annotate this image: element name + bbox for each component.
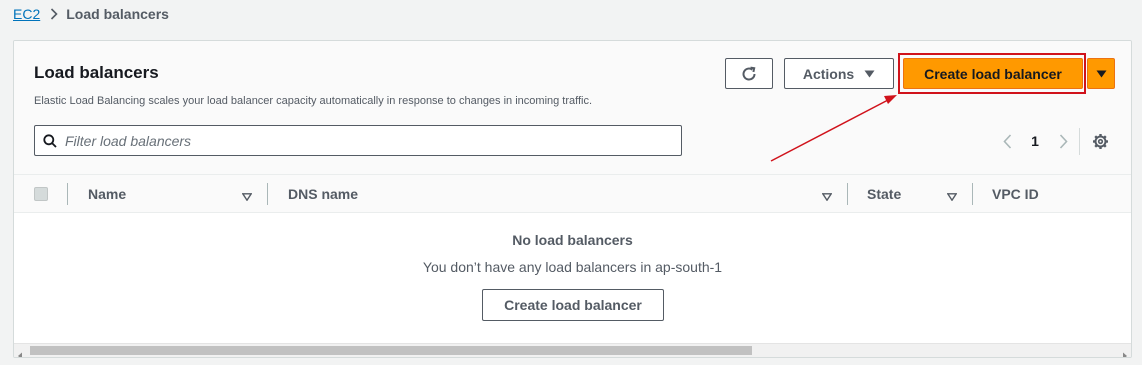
refresh-button[interactable] (725, 58, 773, 89)
chevron-right-icon (1059, 133, 1068, 149)
column-divider[interactable] (267, 183, 268, 205)
previous-page-button[interactable] (997, 133, 1017, 149)
filter-field[interactable] (34, 125, 682, 156)
breadcrumb-current: Load balancers (66, 6, 169, 22)
caret-down-icon (864, 70, 875, 78)
sort-icon[interactable] (946, 188, 958, 204)
column-divider[interactable] (972, 183, 973, 205)
column-header-name[interactable]: Name (88, 186, 126, 202)
select-all-checkbox[interactable] (34, 187, 48, 201)
scrollbar-thumb[interactable] (30, 346, 752, 355)
gear-icon (1092, 133, 1109, 150)
create-load-balancer-label: Create load balancer (924, 65, 1062, 82)
filter-input[interactable] (65, 132, 645, 149)
chevron-left-icon (1002, 133, 1012, 149)
page-number[interactable]: 1 (1017, 133, 1053, 149)
chevron-right-icon (50, 8, 58, 20)
column-divider[interactable] (847, 183, 848, 205)
page-description: Elastic Load Balancing scales your load … (34, 95, 593, 107)
next-page-button[interactable] (1053, 133, 1073, 149)
breadcrumb-ec2-link[interactable]: EC2 (13, 6, 40, 22)
load-balancers-panel: Load balancers Elastic Load Balancing sc… (13, 40, 1132, 358)
empty-create-label: Create load balancer (504, 297, 642, 313)
create-dropdown-button[interactable] (1087, 58, 1115, 89)
empty-state-message: You don’t have any load balancers in ap-… (422, 259, 723, 275)
scroll-right-icon[interactable] (1122, 347, 1128, 357)
actions-label: Actions (802, 65, 855, 82)
column-header-dns-name[interactable]: DNS name (288, 186, 358, 202)
table-settings-button[interactable] (1092, 133, 1109, 150)
pager-divider (1079, 128, 1080, 155)
column-header-vpc-id[interactable]: VPC ID (992, 186, 1039, 202)
sort-icon[interactable] (241, 188, 253, 204)
actions-dropdown[interactable]: Actions (784, 58, 894, 89)
empty-state-title: No load balancers (512, 232, 633, 248)
column-divider (67, 183, 68, 205)
create-load-balancer-button[interactable]: Create load balancer (903, 58, 1083, 89)
search-icon (43, 133, 57, 148)
page-title: Load balancers (34, 63, 159, 82)
pagination: 1 (997, 133, 1073, 149)
sort-icon[interactable] (821, 188, 833, 204)
horizontal-scrollbar[interactable] (14, 343, 1131, 357)
breadcrumb: EC2 Load balancers (13, 6, 169, 22)
caret-down-icon (1096, 70, 1107, 78)
table-header: Name DNS name State VPC ID (14, 174, 1131, 213)
empty-create-load-balancer-button[interactable]: Create load balancer (482, 289, 664, 321)
column-header-state[interactable]: State (867, 186, 901, 202)
scroll-left-icon[interactable] (17, 347, 23, 357)
refresh-icon (740, 65, 758, 83)
